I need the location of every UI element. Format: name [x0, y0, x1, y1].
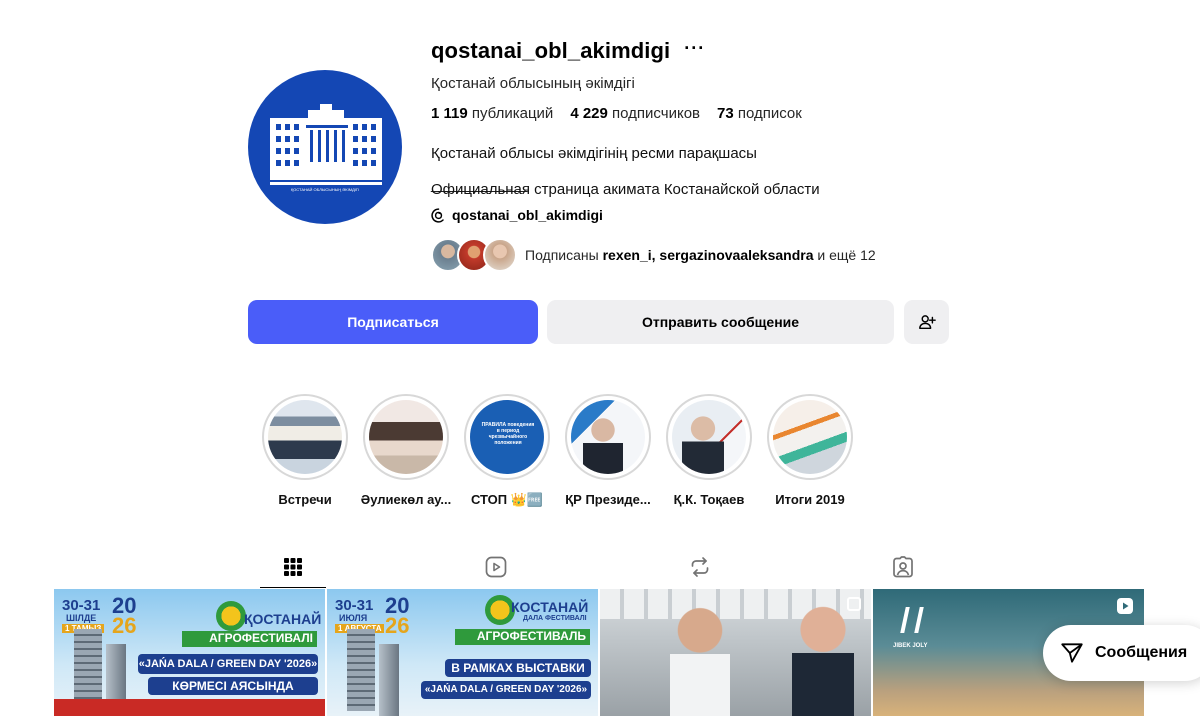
highlight-cover: ПРАВИЛА поведения в период чрезвычайного… [470, 400, 544, 474]
paper-plane-icon [1061, 643, 1083, 663]
festival-logo [216, 601, 246, 631]
profile-stats: 1 119 публикаций 4 229 подписчиков 73 по… [431, 105, 802, 122]
stat-following[interactable]: 73 подписок [717, 105, 802, 122]
tab-reels[interactable] [463, 546, 529, 588]
threads-icon [431, 207, 444, 223]
highlight-president[interactable]: ҚР Президе... [565, 394, 651, 508]
reel-icon [1116, 597, 1134, 620]
highlight-tokayev[interactable]: Қ.К. Тоқаев [666, 394, 752, 508]
bio-kz: Қостанай облысы әкімдігінің ресми парақш… [431, 145, 757, 162]
post-tile[interactable] [600, 589, 871, 716]
post-tile[interactable]: 30-31 ШІЛДЕ 1 ТАМЫЗ 20 26 ҚОСТАНАЙ АГРОФ… [54, 589, 325, 716]
suggest-users-button[interactable] [904, 300, 949, 344]
highlight-cover [369, 400, 443, 474]
highlight-cover [672, 400, 746, 474]
stat-posts[interactable]: 1 119 публикаций [431, 105, 553, 122]
tab-posts[interactable] [260, 546, 326, 588]
posts-grid: 30-31 ШІЛДЕ 1 ТАМЫЗ 20 26 ҚОСТАНАЙ АГРОФ… [54, 589, 1144, 716]
threads-handle: qostanai_obl_akimdigi [452, 207, 603, 223]
highlight-meetings[interactable]: Встречи [262, 394, 348, 508]
post-tile[interactable]: 30-31 ИЮЛЯ 1 АВГУСТА 20 26 КОСТАНАЙ ДАЛА… [327, 589, 598, 716]
profile-username: qostanai_obl_akimdigi [431, 38, 671, 63]
highlight-results-2019[interactable]: Итоги 2019 [767, 394, 853, 508]
highlight-cover [571, 400, 645, 474]
add-user-icon [918, 315, 936, 330]
tab-reposts[interactable] [667, 546, 733, 588]
threads-link[interactable]: qostanai_obl_akimdigi [431, 207, 603, 223]
send-message-button[interactable]: Отправить сообщение [547, 300, 894, 344]
follow-button[interactable]: Подписаться [248, 300, 538, 344]
carousel-icon [847, 597, 861, 611]
story-highlights: Встречи Әулиекөл ау... ПРАВИЛА поведения… [262, 394, 853, 508]
tab-tagged[interactable] [870, 546, 936, 588]
messages-label: Сообщения [1095, 644, 1188, 661]
followed-by[interactable]: Подписаны rexen_i, sergazinovaaleksandra… [431, 238, 876, 272]
profile-avatar[interactable]: ҚОСТАНАЙ ОБЛЫСЫНЫҢ ӘКІМДІГІ [248, 70, 402, 224]
stat-followers[interactable]: 4 229 подписчиков [570, 105, 700, 122]
highlight-cover [773, 400, 847, 474]
grid-icon [284, 557, 302, 576]
profile-tabs [54, 546, 1144, 588]
messages-floating-button[interactable]: Сообщения [1043, 625, 1200, 681]
jibek-joly-logo [900, 607, 924, 633]
more-options-button[interactable]: ··· [684, 38, 705, 59]
follower-avatar [483, 238, 517, 272]
highlight-auliekol[interactable]: Әулиекөл ау... [361, 394, 451, 508]
person-photo [670, 597, 730, 716]
person-photo [792, 599, 854, 716]
reels-icon [485, 556, 507, 578]
bio-ru: Официальная страница акимата Костанайско… [431, 181, 820, 198]
highlight-cover [268, 400, 342, 474]
akimat-building-logo: ҚОСТАНАЙ ОБЛЫСЫНЫҢ ӘКІМДІГІ [270, 104, 382, 192]
tagged-icon [893, 556, 913, 578]
highlight-stop[interactable]: ПРАВИЛА поведения в период чрезвычайного… [464, 394, 550, 508]
followed-by-names[interactable]: rexen_i, sergazinovaaleksandra [603, 247, 814, 263]
profile-full-name: Қостанай облысының әкімдігі [431, 75, 635, 92]
svg-text:ҚОСТАНАЙ ОБЛЫСЫНЫҢ ӘКІМДІГІ: ҚОСТАНАЙ ОБЛЫСЫНЫҢ ӘКІМДІГІ [291, 187, 359, 192]
repost-icon [691, 557, 709, 577]
